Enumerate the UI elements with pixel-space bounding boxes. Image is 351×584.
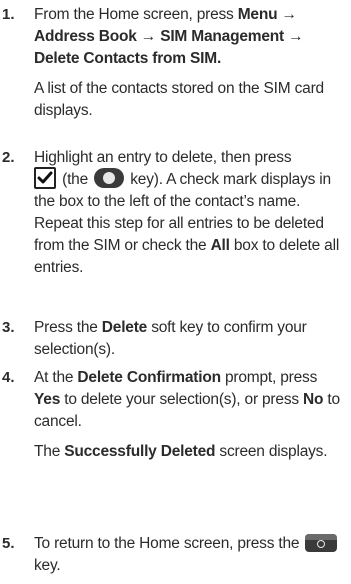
prompt-name: Delete Confirmation [77, 369, 221, 386]
no-label: No [303, 391, 324, 408]
step-paragraph: Highlight an entry to delete, then press… [34, 147, 346, 279]
step-text: To return to the Home screen, press the … [34, 533, 346, 577]
step-2: 2. Highlight an entry to delete, then pr… [0, 147, 351, 279]
yes-label: Yes [34, 391, 61, 408]
step-number: 5. [2, 535, 15, 552]
ok-key-icon [94, 168, 125, 188]
step-text: Press the Delete soft key to confirm you… [34, 317, 346, 361]
text-run: prompt, press [220, 369, 318, 386]
step-text: At the Delete Confirmation prompt, press… [34, 367, 346, 463]
text-run: The [34, 443, 65, 460]
end-key-icon [305, 533, 338, 552]
text-run: Highlight an entry to delete, then press [34, 149, 292, 166]
text-run: key. [34, 557, 61, 574]
step-number: 2. [2, 149, 15, 166]
text-run: to delete your selection(s), or press [60, 391, 304, 408]
text-run: Press the [34, 319, 102, 336]
step-5: 5. To return to the Home screen, press t… [0, 533, 351, 577]
text-run: screen displays. [215, 443, 328, 460]
screen-name: Successfully Deleted [64, 443, 216, 460]
instruction-page: 1. From the Home screen, press Menu → Ad… [0, 0, 351, 584]
step-3: 3. Press the Delete soft key to confirm … [0, 317, 351, 361]
step-paragraph: The Successfully Deleted screen displays… [34, 441, 346, 463]
step-number: 3. [2, 319, 15, 336]
step-number: 1. [2, 6, 15, 23]
text-run: At the [34, 369, 78, 386]
text-run: To return to the Home screen, press the [34, 535, 304, 552]
step-1: 1. From the Home screen, press Menu → Ad… [0, 4, 351, 122]
step-paragraph: At the Delete Confirmation prompt, press… [34, 367, 346, 433]
step-number: 4. [2, 369, 15, 386]
text-run: From the Home screen, press [34, 6, 238, 23]
step-paragraph: Press the Delete soft key to confirm you… [34, 317, 346, 361]
delete-softkey-label: Delete [101, 319, 148, 336]
all-label: All [210, 237, 230, 255]
step-paragraph: From the Home screen, press Menu → Addre… [34, 4, 346, 70]
step-paragraph: To return to the Home screen, press the … [34, 533, 346, 577]
step-text: From the Home screen, press Menu → Addre… [34, 4, 346, 122]
step-4: 4. At the Delete Confirmation prompt, pr… [0, 367, 351, 463]
checkbox-checked-icon [34, 167, 56, 189]
step-paragraph: A list of the contacts stored on the SIM… [34, 80, 324, 119]
text-run: (the [58, 171, 93, 189]
step-text: Highlight an entry to delete, then press… [34, 147, 346, 279]
